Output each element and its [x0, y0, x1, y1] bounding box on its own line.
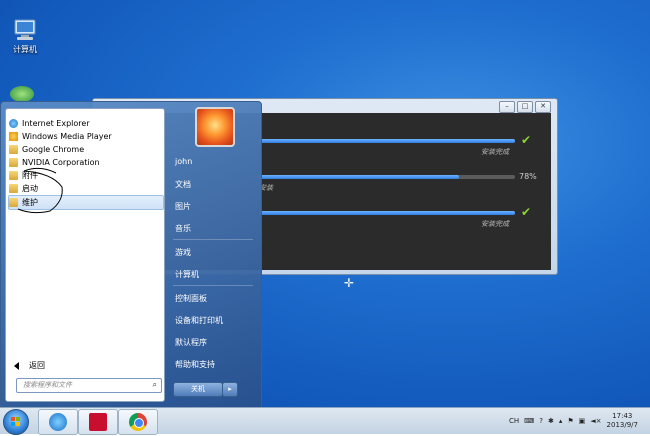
computer-icon	[11, 18, 39, 42]
program-item[interactable]: Windows Media Player	[9, 130, 112, 142]
ie-icon	[49, 413, 67, 431]
program-item[interactable]: Internet Explorer	[9, 117, 90, 129]
programs-panel: Internet Explorer Windows Media Player G…	[5, 108, 165, 402]
progress-fill	[259, 175, 459, 179]
minimize-button[interactable]: –	[499, 101, 515, 113]
progress-percent: 78%	[519, 172, 537, 181]
program-label: Internet Explorer	[22, 118, 90, 128]
divider	[173, 285, 253, 286]
check-icon: ✔	[521, 205, 532, 219]
acrobat-icon	[89, 413, 107, 431]
help-icon[interactable]: ?	[539, 417, 543, 425]
status-text: 安装完成	[481, 148, 509, 156]
right-item-computer[interactable]: 计算机	[175, 269, 199, 280]
program-label: Google Chrome	[22, 144, 85, 154]
right-item-devices-printers[interactable]: 设备和打印机	[175, 315, 223, 326]
user-avatar[interactable]	[195, 107, 235, 147]
right-item-user[interactable]: john	[175, 157, 192, 166]
taskbar: CH ⌨ ? ✱ ▴ ⚑ ▣ ◄× 17:43 2013/9/7	[0, 407, 650, 435]
shutdown-options-button[interactable]: ▸	[222, 382, 238, 397]
ie-icon	[9, 118, 18, 128]
right-item-documents[interactable]: 文档	[175, 179, 191, 190]
back-label: 返回	[29, 361, 45, 370]
program-label: Windows Media Player	[22, 131, 112, 141]
clock-time: 17:43	[612, 412, 633, 420]
mouse-cursor-icon: ✛	[344, 276, 355, 290]
search-icon: ⌕	[152, 380, 157, 389]
shutdown-button[interactable]: 关机	[173, 382, 223, 397]
progress-fill	[259, 211, 515, 215]
start-button[interactable]	[3, 409, 29, 435]
right-item-games[interactable]: 游戏	[175, 247, 191, 258]
window-title-buttons: – □ ✕	[499, 101, 551, 113]
taskbar-ie-button[interactable]	[38, 409, 78, 435]
partial-desktop-icon[interactable]	[10, 86, 34, 102]
progress-track	[259, 211, 515, 215]
keyboard-icon[interactable]: ⌨	[524, 417, 534, 425]
back-button[interactable]: 返回	[14, 360, 45, 371]
network-icon[interactable]: ▣	[579, 417, 586, 425]
back-arrow-icon	[14, 361, 19, 370]
close-button[interactable]: ✕	[535, 101, 551, 113]
program-item[interactable]: Google Chrome	[9, 143, 84, 155]
clock[interactable]: 17:43 2013/9/7	[607, 412, 638, 430]
computer-desktop-icon[interactable]: 计算机	[0, 18, 50, 55]
taskbar-chrome-button[interactable]	[118, 409, 158, 435]
computer-desktop-label: 计算机	[13, 45, 37, 54]
annotation-scribble	[17, 167, 63, 214]
settings-icon[interactable]: ✱	[548, 417, 554, 425]
right-item-default-programs[interactable]: 默认程序	[175, 337, 207, 348]
volume-icon[interactable]: ◄×	[590, 417, 601, 425]
progress-track	[259, 139, 515, 143]
start-right-panel: john 文档 图片 音乐 游戏 计算机 控制面板 设备和打印机 默认程序 帮助…	[167, 102, 259, 408]
system-tray: CH ⌨ ? ✱ ▴ ⚑ ▣ ◄× 17:43 2013/9/7	[509, 408, 650, 434]
right-item-control-panel[interactable]: 控制面板	[175, 293, 207, 304]
show-hidden-icons-icon[interactable]: ▴	[559, 417, 563, 425]
progress-track	[259, 175, 515, 179]
clock-date: 2013/9/7	[606, 421, 638, 429]
maximize-button[interactable]: □	[517, 101, 533, 113]
start-menu: Internet Explorer Windows Media Player G…	[0, 101, 262, 409]
taskbar-acrobat-button[interactable]	[78, 409, 118, 435]
check-icon: ✔	[521, 133, 532, 147]
language-indicator[interactable]: CH	[509, 417, 519, 425]
right-item-help-support[interactable]: 帮助和支持	[175, 359, 215, 370]
progress-fill	[259, 139, 515, 143]
divider	[173, 239, 253, 240]
search-placeholder: 搜索程序和文件	[23, 381, 72, 389]
right-item-music[interactable]: 音乐	[175, 223, 191, 234]
search-input[interactable]: 搜索程序和文件 ⌕	[16, 378, 162, 393]
right-item-pictures[interactable]: 图片	[175, 201, 191, 212]
chrome-icon	[129, 413, 147, 431]
flag-icon[interactable]: ⚑	[567, 417, 573, 425]
media-player-icon	[9, 131, 18, 141]
windows-logo-icon	[11, 417, 20, 426]
folder-icon	[9, 144, 18, 154]
status-text: 安装完成	[481, 220, 509, 228]
